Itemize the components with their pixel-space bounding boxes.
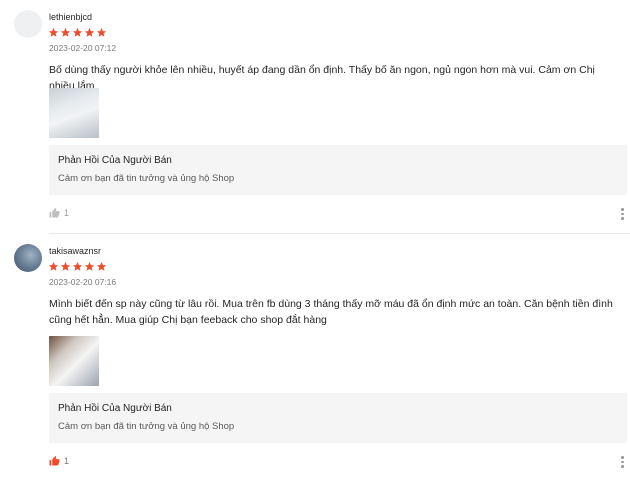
rating-stars xyxy=(48,261,107,272)
review-comment: Bố dùng thấy người khỏe lên nhiều, huyết… xyxy=(49,64,595,92)
like-button[interactable]: 1 xyxy=(49,456,69,466)
star-icon xyxy=(48,27,59,37)
star-icon xyxy=(84,261,95,271)
star-icon xyxy=(96,261,107,271)
username[interactable]: takisawaznsr xyxy=(49,246,101,256)
thumbs-up-icon xyxy=(49,456,60,466)
reply-body: Cảm ơn bạn đã tin tưởng và ủng hộ Shop xyxy=(58,421,235,432)
review-image[interactable] xyxy=(49,336,99,386)
star-icon xyxy=(96,27,107,37)
like-count: 1 xyxy=(64,456,70,466)
review-item: lethienbjcd 2023-02-20 07:12 Bố dùng thấ… xyxy=(0,0,630,234)
star-icon xyxy=(48,261,59,271)
review-date: 2023-02-20 07:12 xyxy=(49,43,117,53)
seller-reply: Phản Hồi Của Người Bán Cảm ơn bạn đã tin… xyxy=(49,393,627,443)
reply-title: Phản Hồi Của Người Bán xyxy=(58,403,172,414)
like-count: 1 xyxy=(64,208,70,218)
like-button[interactable]: 1 xyxy=(49,208,69,218)
reply-title: Phản Hồi Của Người Bán xyxy=(58,155,172,166)
star-icon xyxy=(72,27,83,37)
more-options-icon[interactable] xyxy=(621,456,625,468)
thumbs-up-icon xyxy=(49,208,60,218)
avatar[interactable] xyxy=(14,244,42,272)
more-options-icon[interactable] xyxy=(621,208,625,220)
star-icon xyxy=(84,27,95,37)
review-date: 2023-02-20 07:16 xyxy=(49,277,117,287)
star-icon xyxy=(60,261,71,271)
review-comment: Mình biết đến sp này cũng từ lâu rồi. Mu… xyxy=(49,298,613,326)
reply-body: Cảm ơn bạn đã tin tưởng và ủng hộ Shop xyxy=(58,173,235,184)
star-icon xyxy=(72,261,83,271)
rating-stars xyxy=(48,27,107,38)
username[interactable]: lethienbjcd xyxy=(49,12,92,22)
divider xyxy=(49,233,630,234)
seller-reply: Phản Hồi Của Người Bán Cảm ơn bạn đã tin… xyxy=(49,145,627,195)
star-icon xyxy=(60,27,71,37)
avatar[interactable] xyxy=(14,10,42,38)
review-image[interactable] xyxy=(49,88,99,138)
review-item: takisawaznsr 2023-02-20 07:16 Mình biết … xyxy=(0,236,630,480)
